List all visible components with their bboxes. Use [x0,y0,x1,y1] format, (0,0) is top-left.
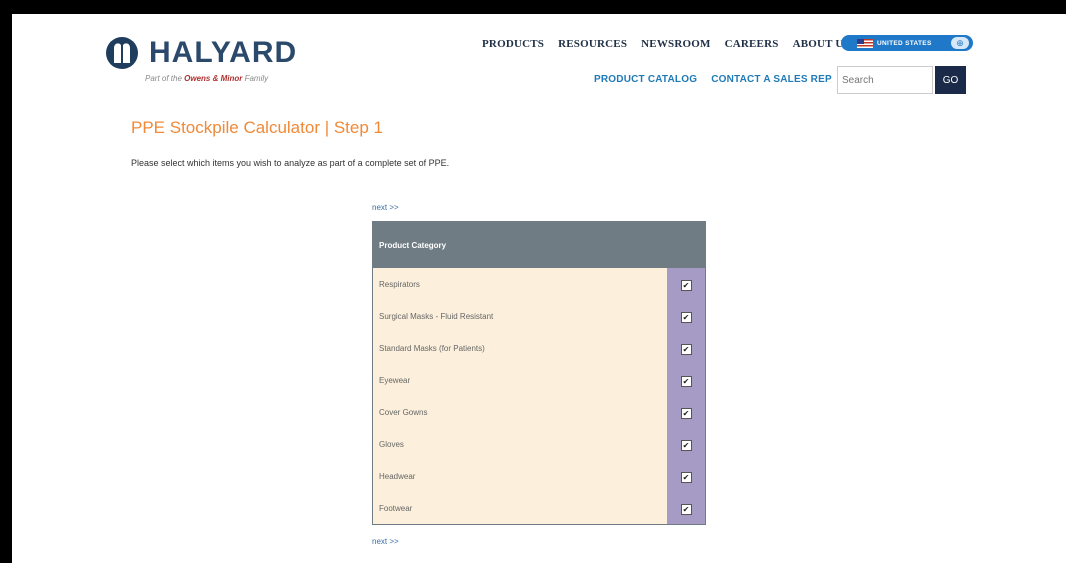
category-label: Cover Gowns [372,396,667,428]
table-row: Cover Gowns ✔ [372,396,706,428]
logo-tagline: Part of the Owens & Minor Family [145,74,269,83]
checkbox-surgical-masks[interactable]: ✔ [680,312,692,323]
us-flag-icon [857,38,873,48]
halyard-leaf-icon [106,37,138,69]
table-row: Headwear ✔ [372,460,706,492]
page-title: PPE Stockpile Calculator | Step 1 [131,118,383,137]
checkbox-cell: ✔ [667,460,706,492]
logo-wordmark: HALYARD [149,36,298,69]
category-label: Standard Masks (for Patients) [372,332,667,364]
category-label: Eyewear [372,364,667,396]
category-label: Respirators [372,268,667,300]
globe-icon: ⊕ [951,37,969,49]
checkbox-cell: ✔ [667,332,706,364]
search-input[interactable] [837,66,933,94]
checkbox-cell: ✔ [667,364,706,396]
country-selector[interactable]: UNITED STATES ⊕ [841,35,973,51]
checkbox-cell: ✔ [667,492,706,525]
checkbox-headwear[interactable]: ✔ [680,472,692,483]
table-row: Surgical Masks - Fluid Resistant ✔ [372,300,706,332]
table-row: Respirators ✔ [372,268,706,300]
checkbox-cell: ✔ [667,396,706,428]
nav-newsroom[interactable]: NEWSROOM [641,38,710,50]
table-header: Product Category [372,221,706,268]
nav-resources[interactable]: RESOURCES [558,38,627,50]
country-label: UNITED STATES [877,39,932,47]
go-button[interactable]: GO [935,66,966,94]
checkbox-cell: ✔ [667,428,706,460]
checkbox-cover-gowns[interactable]: ✔ [680,408,692,419]
table-row: Footwear ✔ [372,492,706,525]
product-category-table: Product Category Respirators ✔ Surgical … [372,221,706,525]
page: HALYARD Part of the Owens & Minor Family… [12,14,1066,563]
next-link-bottom[interactable]: next >> [372,537,399,546]
checkbox-gloves[interactable]: ✔ [680,440,692,451]
table-header-row: Product Category [372,221,706,268]
table-row: Standard Masks (for Patients) ✔ [372,332,706,364]
table-row: Gloves ✔ [372,428,706,460]
checkbox-respirators[interactable]: ✔ [680,280,692,291]
nav-contact-sales-rep[interactable]: CONTACT A SALES REP [711,74,832,85]
category-label: Headwear [372,460,667,492]
checkbox-cell: ✔ [667,268,706,300]
table-row: Eyewear ✔ [372,364,706,396]
halyard-logo[interactable]: HALYARD Part of the Owens & Minor Family [105,36,365,96]
checkbox-footwear[interactable]: ✔ [680,504,692,515]
nav-product-catalog[interactable]: PRODUCT CATALOG [594,74,697,85]
nav-products[interactable]: PRODUCTS [482,38,544,50]
next-link-top[interactable]: next >> [372,203,399,212]
nav-careers[interactable]: CAREERS [725,38,779,50]
category-label: Gloves [372,428,667,460]
intro-text: Please select which items you wish to an… [131,158,450,168]
sub-nav: PRODUCT CATALOG CONTACT A SALES REP [594,74,832,85]
checkbox-cell: ✔ [667,300,706,332]
main-nav: PRODUCTS RESOURCES NEWSROOM CAREERS ABOU… [482,38,850,50]
category-label: Surgical Masks - Fluid Resistant [372,300,667,332]
checkbox-standard-masks[interactable]: ✔ [680,344,692,355]
checkbox-eyewear[interactable]: ✔ [680,376,692,387]
category-label: Footwear [372,492,667,525]
